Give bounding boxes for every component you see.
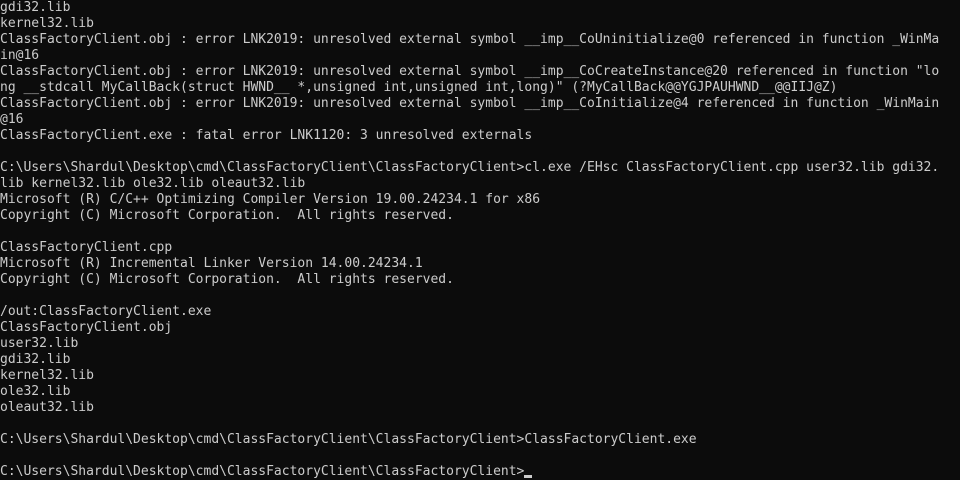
console-line: kernel32.lib [0,16,94,31]
console-line: gdi32.lib [0,0,71,15]
console-line: @16 [0,112,24,127]
console-line: Copyright (C) Microsoft Corporation. All… [0,208,454,223]
console-line: oleaut32.lib [0,400,94,415]
console-line: Copyright (C) Microsoft Corporation. All… [0,272,454,287]
console-line: ClassFactoryClient.obj : error LNK2019: … [0,64,940,79]
console-line: user32.lib [0,336,79,351]
command-prompt-line[interactable]: C:\Users\Shardul\Desktop\cmd\ClassFactor… [0,464,960,480]
console-line: lib kernel32.lib ole32.lib oleaut32.lib [0,176,306,191]
text-cursor [524,475,533,478]
console-line: C:\Users\Shardul\Desktop\cmd\ClassFactor… [0,160,940,175]
console-line: ClassFactoryClient.obj : error LNK2019: … [0,32,940,47]
console-line: gdi32.lib [0,352,71,367]
console-line: ClassFactoryClient.cpp [0,240,173,255]
console-line: /out:ClassFactoryClient.exe [0,304,212,319]
prompt-text: C:\Users\Shardul\Desktop\cmd\ClassFactor… [0,464,525,479]
console-line: Microsoft (R) Incremental Linker Version… [0,256,423,271]
console-line: ClassFactoryClient.obj [0,320,173,335]
console-line: ng __stdcall MyCallBack(struct HWND__ *,… [0,80,838,95]
console-line: Microsoft (R) C/C++ Optimizing Compiler … [0,192,541,207]
console-line: ClassFactoryClient.exe : fatal error LNK… [0,128,533,143]
console-line: C:\Users\Shardul\Desktop\cmd\ClassFactor… [0,432,697,447]
console-line: in@16 [0,48,40,63]
console-line: kernel32.lib [0,368,94,383]
console-output: gdi32.lib kernel32.lib ClassFactoryClien… [0,0,960,480]
console-line: ole32.lib [0,384,71,399]
console-window[interactable]: gdi32.lib kernel32.lib ClassFactoryClien… [0,0,960,480]
console-line: ClassFactoryClient.obj : error LNK2019: … [0,96,940,111]
